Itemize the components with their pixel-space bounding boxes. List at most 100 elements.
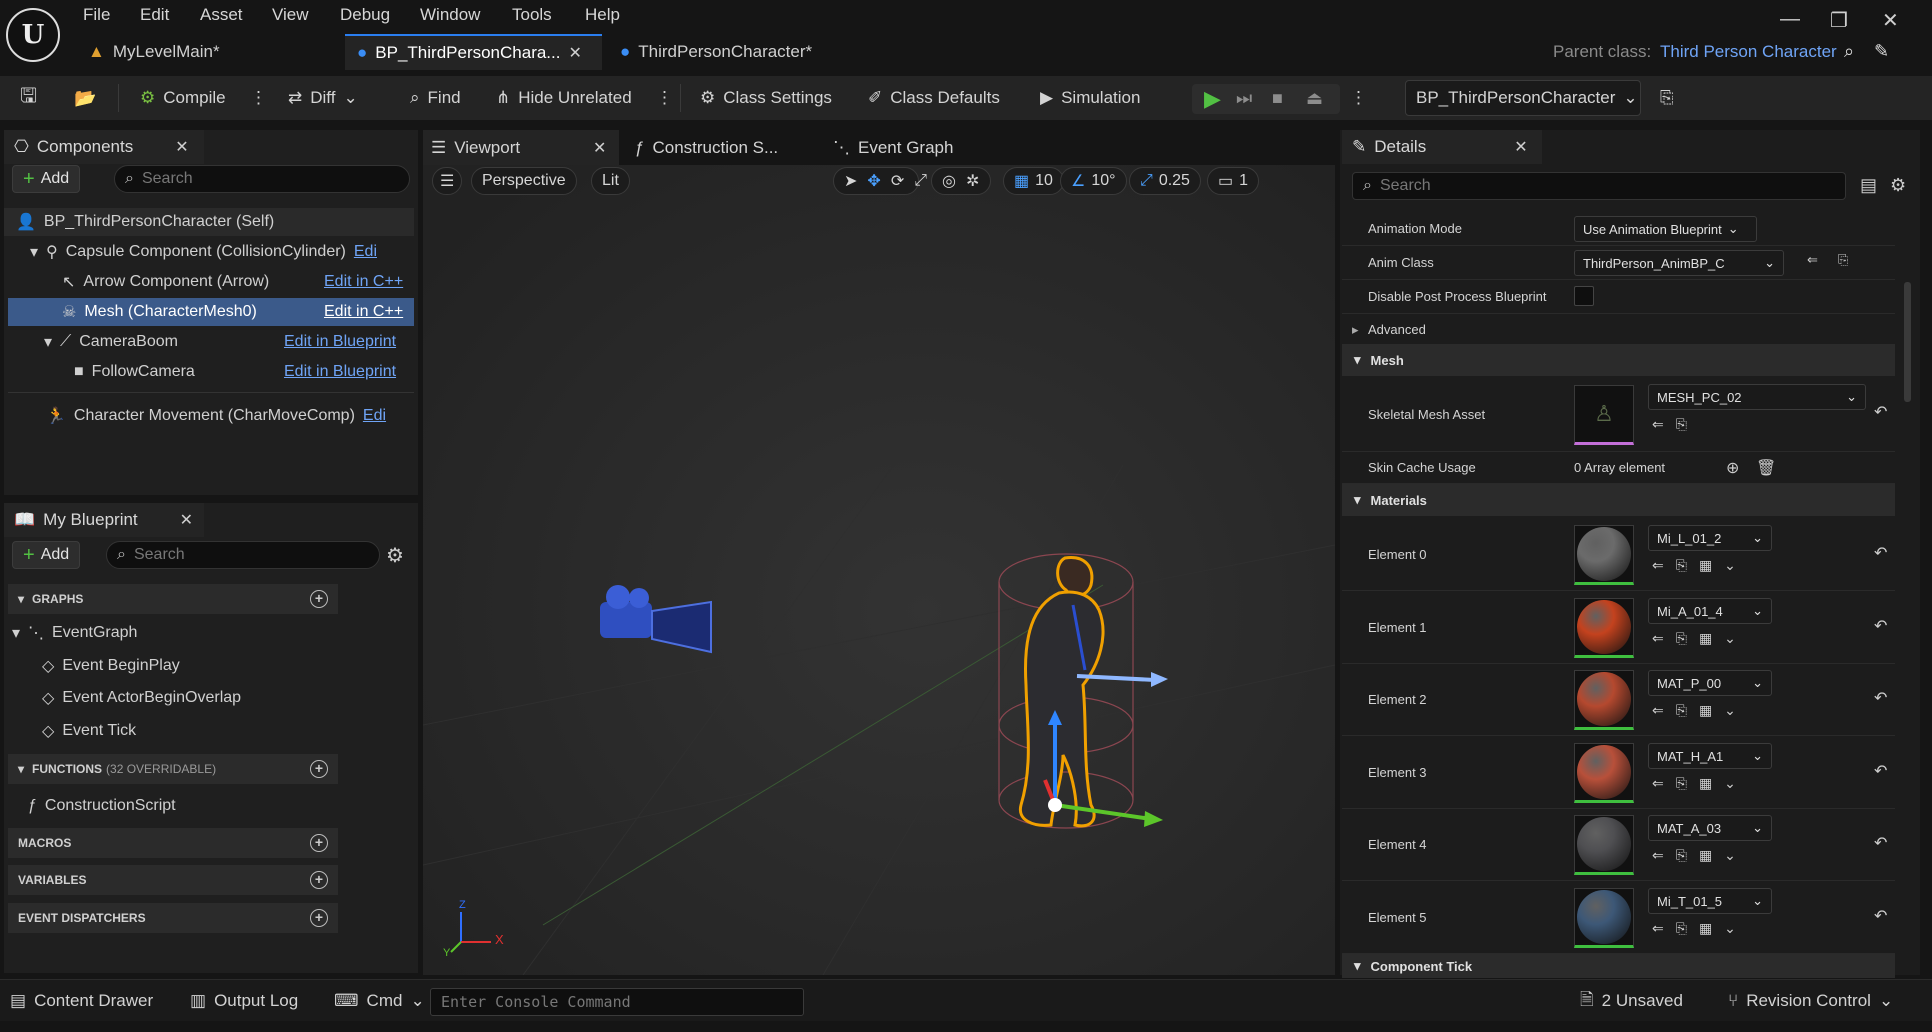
function-constructionscript[interactable]: ƒ ConstructionScript (28, 792, 176, 820)
material-thumbnail[interactable] (1574, 598, 1634, 658)
skeletal-mesh-select[interactable]: MESH_PC_02 ⌄ (1648, 384, 1866, 410)
use-selected-icon[interactable]: ⇐ (1652, 416, 1664, 433)
details-search-input[interactable]: ⌕ Search (1352, 172, 1846, 200)
trash-icon[interactable]: 🗑 (1756, 458, 1776, 478)
tab-viewport[interactable]: ☰ Viewport ✕ (423, 130, 619, 165)
materials-section[interactable]: ▾ Materials (1342, 484, 1895, 516)
add-component-button[interactable]: + Add (12, 165, 81, 193)
material-thumbnail[interactable] (1574, 670, 1634, 730)
debug-browse-icon[interactable]: ⎘ (1660, 76, 1674, 120)
browse-icon[interactable]: 📂 (74, 76, 96, 120)
functions-category[interactable]: ▾ FUNCTIONS (32 OVERRIDABLE) + (8, 754, 338, 784)
chevron-down-icon[interactable]: ⌄ (1724, 557, 1736, 574)
material-thumbnail[interactable] (1574, 743, 1634, 803)
component-followcamera[interactable]: ■ FollowCamera Edit in Blueprint (4, 358, 414, 386)
material-thumbnail[interactable] (1574, 525, 1634, 585)
checker-icon[interactable]: ▦ (1699, 775, 1712, 792)
reset-icon[interactable]: ↶ (1874, 402, 1887, 422)
simulation-button[interactable]: ▶ Simulation (1040, 76, 1140, 120)
scale-icon[interactable]: ⤢ (914, 172, 927, 190)
material-select[interactable]: Mi_A_01_4 ⌄ (1648, 598, 1772, 624)
close-tab-icon[interactable]: ✕ (568, 43, 581, 63)
material-thumbnail[interactable] (1574, 815, 1634, 875)
checker-icon[interactable]: ▦ (1699, 702, 1712, 719)
select-icon[interactable]: ➤ (844, 171, 857, 191)
grid-snap-button[interactable]: ▦ 10 (1003, 167, 1064, 195)
scrollbar-thumb[interactable] (1904, 282, 1911, 402)
checker-icon[interactable]: ▦ (1699, 847, 1712, 864)
component-mesh[interactable]: ☠ Mesh (CharacterMesh0) Edit in C++ (8, 298, 414, 326)
skeletal-mesh-thumbnail[interactable]: ♙ (1574, 385, 1634, 445)
scale-snap-button[interactable]: ⤢ 0.25 (1129, 167, 1201, 195)
browse-asset-icon[interactable]: ⎘ (1676, 847, 1687, 864)
browse-asset-icon[interactable]: ⎘ (1676, 702, 1687, 719)
material-select[interactable]: Mi_T_01_5 ⌄ (1648, 888, 1772, 914)
menu-debug[interactable]: Debug (340, 5, 390, 25)
event-tick[interactable]: ◇ Event Tick (42, 717, 136, 745)
restore-icon[interactable]: ❐ (1830, 8, 1848, 33)
browse-asset-icon[interactable]: ⎘ (1676, 416, 1687, 433)
rotate-icon[interactable]: ⟳ (891, 171, 904, 191)
mesh-section[interactable]: ▾ Mesh (1342, 344, 1895, 376)
edit-in-blueprint-link[interactable]: Edit in Blueprint (284, 363, 396, 381)
event-dispatchers-category[interactable]: EVENT DISPATCHERS + (8, 903, 338, 933)
browse-asset-icon[interactable]: ⎘ (1676, 920, 1687, 937)
component-capsule[interactable]: ▾ ⚲ Capsule Component (CollisionCylinder… (4, 238, 414, 266)
anim-class-select[interactable]: ThirdPerson_AnimBP_C ⌄ (1574, 250, 1784, 276)
variables-category[interactable]: VARIABLES + (8, 865, 338, 895)
play-icon[interactable]: ▶ (1204, 86, 1221, 112)
reset-icon[interactable]: ↶ (1874, 543, 1887, 563)
menu-tools[interactable]: Tools (512, 5, 552, 25)
disable-pp-checkbox[interactable] (1574, 286, 1594, 306)
close-icon[interactable]: ✕ (180, 510, 193, 530)
chevron-down-icon[interactable]: ⌄ (1724, 702, 1736, 719)
menu-edit[interactable]: Edit (140, 5, 169, 25)
edit-link[interactable]: Edi (354, 243, 377, 261)
perspective-button[interactable]: Perspective (471, 167, 577, 195)
component-cameraboom[interactable]: ▾ ⟋ CameraBoom Edit in Blueprint (4, 328, 414, 356)
tab-construction-script[interactable]: ƒ Construction S... (635, 130, 778, 165)
material-select[interactable]: MAT_A_03 ⌄ (1648, 815, 1772, 841)
cmd-select[interactable]: ⌨ Cmd ⌄ (334, 980, 425, 1022)
console-command-input[interactable]: Enter Console Command (430, 988, 804, 1016)
use-selected-icon[interactable]: ⇐ (1652, 847, 1664, 864)
chevron-down-icon[interactable]: ⌄ (1724, 920, 1736, 937)
step-icon[interactable]: ⏭ (1236, 88, 1252, 109)
diff-button[interactable]: ⇄ Diff ⌄ (288, 76, 358, 120)
tab-mylevelmain[interactable]: ▲ MyLevelMain* (88, 34, 338, 70)
material-select[interactable]: MAT_P_00 ⌄ (1648, 670, 1772, 696)
chevron-down-icon[interactable]: ⌄ (1724, 630, 1736, 647)
details-tab[interactable]: ✎ Details ✕ (1342, 130, 1542, 164)
viewport[interactable]: X Z Y ☰ Perspective Lit ➤ ✥ ⟳ ⤢ ◎ ✲ ▦ 10… (423, 165, 1335, 975)
add-graph-icon[interactable]: + (310, 590, 328, 608)
component-character-movement[interactable]: 🏃 Character Movement (CharMoveComp) Edi (4, 402, 414, 430)
advanced-row[interactable]: ▸ Advanced (1342, 314, 1895, 346)
use-selected-icon[interactable]: ⇐ (1652, 702, 1664, 719)
edit-in-cpp-link[interactable]: Edit in C++ (324, 273, 403, 291)
rotation-snap-button[interactable]: ∠ 10° (1060, 167, 1127, 195)
compile-options-icon[interactable]: ⋮ (250, 76, 267, 120)
lit-button[interactable]: Lit (591, 167, 630, 195)
graph-eventgraph[interactable]: ▾ ⋱ EventGraph (12, 619, 137, 647)
use-selected-icon[interactable]: ⇐ (1807, 252, 1818, 268)
components-tab[interactable]: ⎔ Components ✕ (4, 130, 204, 164)
component-tick-section[interactable]: ▾ Component Tick (1342, 954, 1895, 978)
close-window-icon[interactable]: ✕ (1882, 8, 1899, 33)
material-thumbnail[interactable] (1574, 888, 1634, 948)
table-view-icon[interactable]: ▤ (1860, 175, 1877, 196)
add-dispatcher-icon[interactable]: + (310, 909, 328, 927)
add-function-icon[interactable]: + (310, 760, 328, 778)
component-self[interactable]: 👤 BP_ThirdPersonCharacter (Self) (4, 208, 414, 236)
component-arrow[interactable]: ↖ Arrow Component (Arrow) Edit in C++ (4, 268, 414, 296)
my-blueprint-tab[interactable]: 📖 My Blueprint ✕ (4, 503, 204, 537)
reset-icon[interactable]: ↶ (1874, 616, 1887, 636)
add-macro-icon[interactable]: + (310, 834, 328, 852)
menu-view[interactable]: View (272, 5, 309, 25)
details-scrollbar[interactable] (1902, 210, 1914, 970)
browse-asset-icon[interactable]: ⎘ (1676, 775, 1687, 792)
reset-icon[interactable]: ↶ (1874, 906, 1887, 926)
use-selected-icon[interactable]: ⇐ (1652, 557, 1664, 574)
add-member-button[interactable]: + Add (12, 541, 81, 569)
viewport-options-icon[interactable]: ☰ (432, 167, 462, 195)
class-settings-button[interactable]: ⚙ Class Settings (700, 76, 832, 120)
